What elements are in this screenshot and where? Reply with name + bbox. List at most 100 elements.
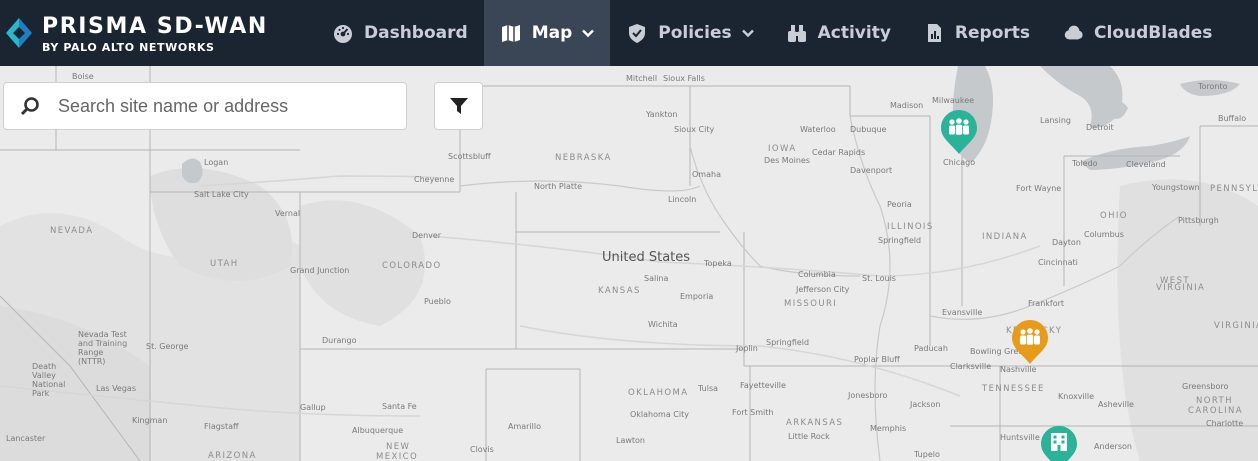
- city-label: Milwaukee: [932, 96, 975, 105]
- city-label: Greensboro: [1182, 382, 1229, 391]
- nav-reports[interactable]: Reports: [907, 0, 1046, 66]
- brand-subtitle: BY PALO ALTO NETWORKS: [42, 41, 215, 54]
- city-label: Charlotte: [1206, 419, 1244, 428]
- nav-dashboard[interactable]: Dashboard: [316, 0, 484, 66]
- site-marker-datacenter[interactable]: [1039, 424, 1079, 461]
- city-label: Grand Junction: [290, 266, 350, 275]
- state-label: ILLINOIS: [887, 222, 934, 232]
- filter-icon: [449, 98, 468, 114]
- city-label: Sioux City: [674, 125, 715, 134]
- state-label: OHIO: [1100, 211, 1128, 221]
- map-canvas[interactable]: Mitchell Sioux Falls Boise Yankton Sioux…: [0, 66, 1258, 461]
- nav-reports-label: Reports: [954, 23, 1031, 43]
- city-label: Nevada Test and Training Range (NTTR): [78, 330, 128, 366]
- city-label: Toledo: [1072, 159, 1098, 168]
- city-label: Tupelo: [914, 450, 940, 459]
- nav-map[interactable]: Map: [483, 0, 611, 66]
- city-label: Tulsa: [698, 384, 719, 393]
- city-label: Toronto: [1198, 82, 1228, 91]
- city-label: Cleveland: [1126, 160, 1166, 169]
- city-label: Amarillo: [508, 422, 542, 431]
- state-label: NORTH: [1196, 396, 1233, 406]
- city-label: Death Valley National Park: [32, 362, 66, 398]
- city-label: Fort Smith: [732, 408, 774, 417]
- nav-dashboard-label: Dashboard: [364, 23, 468, 43]
- city-label: Memphis: [870, 424, 907, 433]
- site-search-box: [3, 82, 407, 130]
- nav-policies[interactable]: Policies: [610, 0, 769, 66]
- city-label: Peoria: [887, 200, 912, 209]
- city-label: Frankfort: [1028, 299, 1065, 308]
- nav-map-label: Map: [531, 23, 573, 43]
- city-label: Springfield: [878, 236, 922, 245]
- state-label: VIRGINIA: [1214, 321, 1258, 331]
- city-label: Des Moines: [764, 156, 810, 165]
- nav-policies-label: Policies: [658, 23, 732, 43]
- city-label: Flagstaff: [204, 422, 239, 431]
- city-label: Columbus: [1084, 230, 1124, 239]
- top-navigation-bar: PRISMA SD-WAN BY PALO ALTO NETWORKS Dash…: [0, 0, 1258, 66]
- city-label: Omaha: [692, 170, 721, 179]
- city-label: Knoxville: [1058, 392, 1095, 401]
- state-label: IOWA: [768, 144, 797, 154]
- state-label: CAROLINA: [1188, 406, 1243, 416]
- city-label: Logan: [204, 158, 229, 167]
- prisma-logo-mark-icon: [6, 18, 32, 48]
- city-label: Buffalo: [1218, 114, 1247, 123]
- city-label: Sioux Falls: [663, 74, 705, 83]
- city-label: Denver: [412, 231, 442, 240]
- nav-activity[interactable]: Activity: [770, 0, 907, 66]
- city-label: Scottsbluff: [448, 152, 491, 161]
- city-label: Lawton: [616, 436, 646, 445]
- map-icon: [500, 22, 522, 44]
- state-label: NEW: [386, 442, 411, 452]
- city-label: Davenport: [850, 166, 893, 175]
- filter-button[interactable]: [434, 82, 483, 130]
- search-input[interactable]: [58, 95, 378, 117]
- city-label: Kingman: [132, 416, 168, 425]
- city-label: Fort Wayne: [1016, 184, 1062, 193]
- city-label: St. George: [146, 342, 189, 351]
- state-label: NEBRASKA: [555, 153, 612, 163]
- city-label: Springfield: [766, 338, 810, 347]
- city-label: Poplar Bluff: [854, 355, 900, 364]
- city-label: Detroit: [1086, 123, 1114, 132]
- chevron-down-icon: [741, 27, 754, 39]
- city-label: Clarksville: [950, 362, 992, 371]
- city-label: Huntsville: [1000, 433, 1040, 442]
- city-label: Dubuque: [850, 125, 887, 134]
- city-label: Columbia: [798, 270, 836, 279]
- state-label: NEVADA: [50, 226, 94, 236]
- city-label: Evansville: [942, 308, 983, 317]
- city-label: Cedar Rapids: [812, 148, 866, 157]
- city-label: Lincoln: [668, 195, 697, 204]
- state-label: VIRGINIA: [1156, 283, 1206, 293]
- nav-activity-label: Activity: [817, 23, 891, 43]
- cloud-icon: [1062, 22, 1084, 44]
- city-label: Lansing: [1040, 116, 1071, 125]
- city-label: Lancaster: [6, 434, 46, 443]
- city-label: Waterloo: [800, 125, 836, 134]
- gauge-icon: [332, 22, 354, 44]
- chevron-down-icon: [582, 27, 595, 39]
- city-label: Youngstown: [1152, 183, 1200, 192]
- state-label: ARKANSAS: [786, 418, 844, 428]
- city-label: Emporia: [680, 292, 714, 301]
- people-icon: [1020, 328, 1040, 345]
- binoculars-icon: [786, 22, 808, 44]
- state-label: OKLAHOMA: [628, 388, 689, 398]
- people-icon: [949, 118, 969, 135]
- nav-cloudblades[interactable]: CloudBlades: [1046, 0, 1228, 66]
- site-marker-chicago[interactable]: [939, 108, 979, 156]
- site-marker-kentucky[interactable]: [1010, 318, 1050, 366]
- city-label: Jackson: [910, 400, 941, 409]
- shield-icon: [626, 22, 648, 44]
- prisma-sdwan-logo[interactable]: PRISMA SD-WAN BY PALO ALTO NETWORKS: [6, 14, 296, 54]
- city-label: Pueblo: [424, 297, 451, 306]
- city-label: Gallup: [300, 403, 326, 412]
- city-label: Anderson: [1094, 442, 1132, 451]
- state-label: KANSAS: [598, 286, 641, 296]
- search-icon: [20, 97, 39, 116]
- nav-cloudblades-label: CloudBlades: [1094, 23, 1213, 43]
- city-label: Salina: [644, 274, 669, 283]
